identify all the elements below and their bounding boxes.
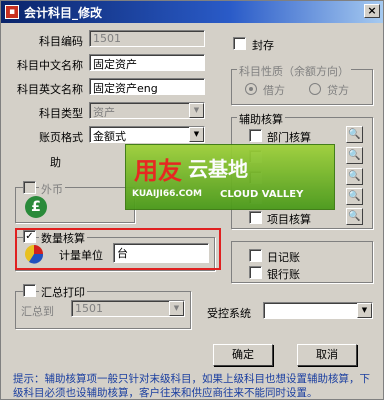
search-icon[interactable]: 🔍 <box>346 168 363 185</box>
format-value: 金额式 <box>93 130 126 143</box>
en-name-label: 科目英文名称 <box>17 83 83 96</box>
cn-name-label: 科目中文名称 <box>17 59 83 72</box>
credit-radio[interactable] <box>309 83 321 95</box>
dialog-window: ▪ 会计科目_修改 × 科目编码 1501 科目中文名称 固定资产 科目英文名称… <box>0 0 384 400</box>
ok-button[interactable]: 确定 <box>213 344 273 366</box>
cn-name-field[interactable]: 固定资产 <box>89 54 205 71</box>
format-select[interactable]: 金额式 ▼ <box>89 126 205 143</box>
watermark-tagline: CLOUD VALLEY <box>220 189 304 200</box>
aux-label-project: 项目核算 <box>267 213 311 226</box>
type-label: 科目类型 <box>39 107 83 120</box>
hint-text: 提示：辅助核算项一般只针对末级科目，如果上级科目也想设置辅助核算，下级科目必须也… <box>13 373 370 399</box>
chevron-down-icon[interactable]: ▼ <box>189 103 204 118</box>
code-label: 科目编码 <box>39 35 83 48</box>
watermark-brand-cn2: 云基地 <box>188 157 248 181</box>
summary-to-value: 1501 <box>75 302 103 315</box>
foreign-label: 外币 <box>39 181 65 197</box>
nature-group-title: 科目性质（余额方向） <box>237 63 351 79</box>
search-icon[interactable]: 🔍 <box>346 147 363 164</box>
bankbook-label: 银行账 <box>267 268 300 281</box>
seal-label: 封存 <box>252 39 274 52</box>
aux-checkbox-project[interactable] <box>249 211 262 224</box>
credit-label: 贷方 <box>327 84 349 97</box>
search-icon[interactable]: 🔍 <box>346 126 363 143</box>
watermark-brand-cn: 用友 <box>134 157 182 185</box>
app-icon: ▪ <box>5 5 19 19</box>
en-name-field[interactable]: 固定资产eng <box>89 78 205 95</box>
close-button[interactable]: × <box>364 4 380 18</box>
foreign-checkbox[interactable] <box>23 181 36 194</box>
search-icon[interactable]: 🔍 <box>346 188 363 205</box>
daybook-checkbox[interactable] <box>249 249 262 262</box>
code-field[interactable]: 1501 <box>89 30 205 47</box>
summary-to-select[interactable]: 1501 ▼ <box>71 300 185 317</box>
highlight-box <box>15 228 221 270</box>
chevron-down-icon[interactable]: ▼ <box>169 301 184 316</box>
chevron-down-icon[interactable]: ▼ <box>189 127 204 142</box>
control-label: 受控系统 <box>207 307 251 320</box>
window-title: 会计科目_修改 <box>24 5 103 20</box>
watermark-logo: 用友 云基地 KUAIJI66.COM CLOUD VALLEY <box>125 144 335 210</box>
daybook-label: 日记账 <box>267 251 300 264</box>
format-label: 账页格式 <box>39 131 83 144</box>
type-select[interactable]: 资产 ▼ <box>89 102 205 119</box>
summary-label: 汇总打印 <box>39 284 87 300</box>
cancel-button[interactable]: 取消 <box>297 344 357 366</box>
type-value: 资产 <box>93 106 115 119</box>
pound-icon: £ <box>25 196 47 218</box>
mnemonic-label: 助 <box>50 156 61 169</box>
title-bar[interactable]: ▪ 会计科目_修改 × <box>1 1 383 23</box>
debit-radio[interactable] <box>245 83 257 95</box>
debit-label: 借方 <box>263 84 285 97</box>
bankbook-checkbox[interactable] <box>249 266 262 279</box>
aux-checkbox-dept[interactable] <box>249 129 262 142</box>
aux-group-title: 辅助核算 <box>237 111 285 127</box>
control-select[interactable]: ▼ <box>263 302 373 319</box>
search-icon[interactable]: 🔍 <box>346 208 363 225</box>
summary-to-label: 汇总到 <box>21 305 54 318</box>
aux-label-dept: 部门核算 <box>267 131 311 144</box>
watermark-domain: KUAIJI66.COM <box>132 189 203 199</box>
chevron-down-icon[interactable]: ▼ <box>357 303 372 318</box>
seal-checkbox[interactable] <box>233 37 246 50</box>
summary-checkbox[interactable] <box>23 284 36 297</box>
